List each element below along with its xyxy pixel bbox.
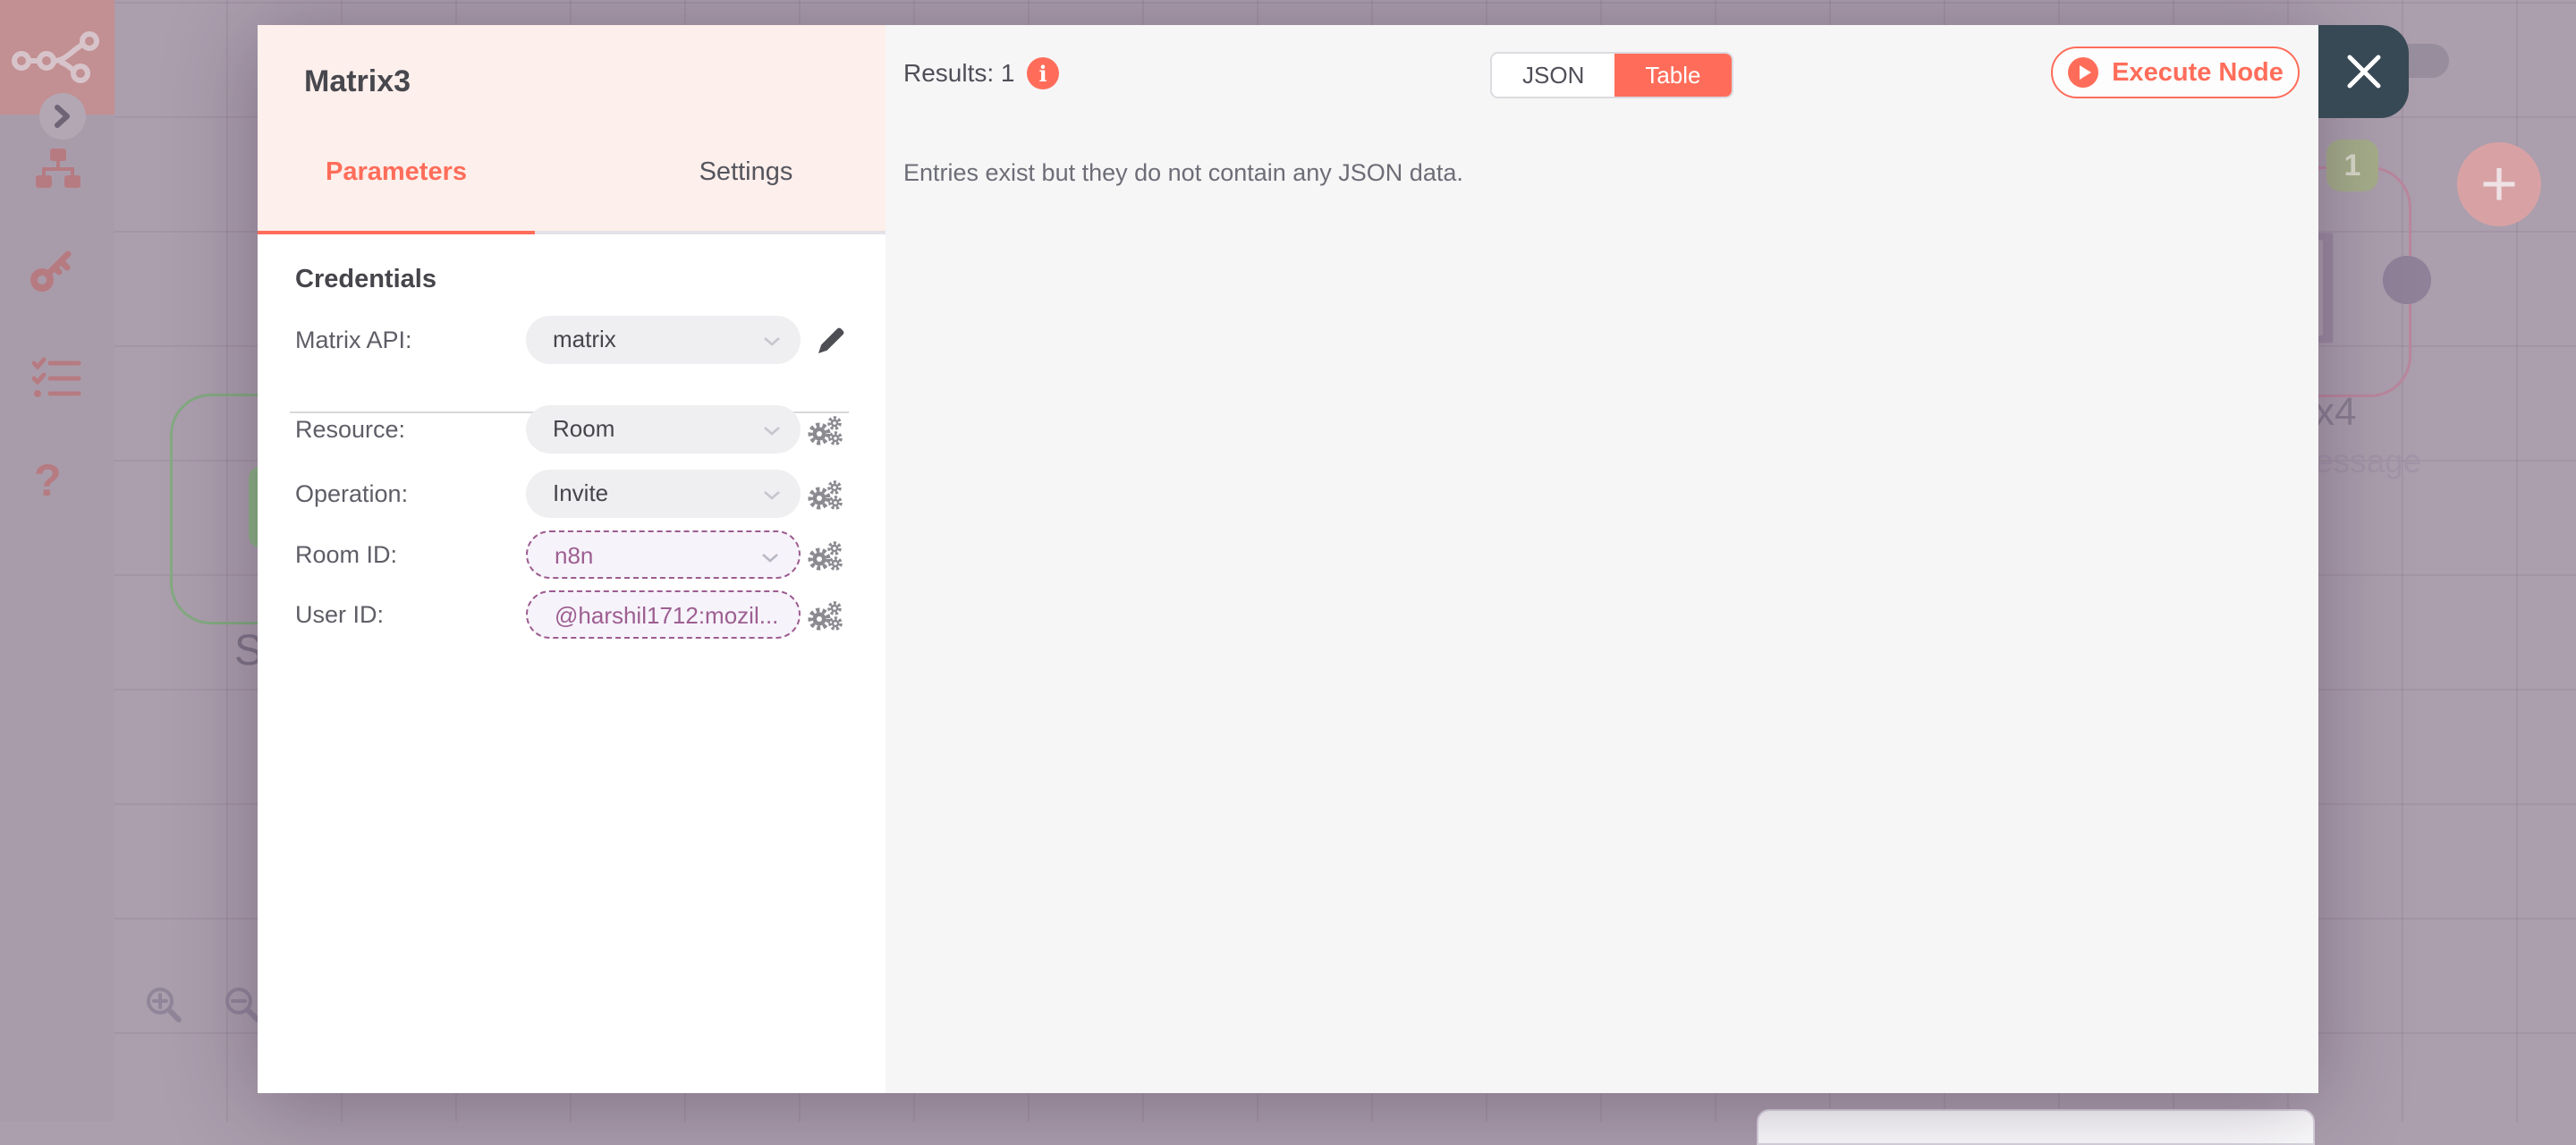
zoom-in-icon[interactable] bbox=[143, 984, 184, 1025]
close-button[interactable] bbox=[2318, 25, 2409, 118]
tab-settings[interactable]: Settings bbox=[606, 157, 886, 187]
chevron-down-icon bbox=[763, 426, 781, 436]
parameter-row-operation: Operation: Invite bbox=[258, 470, 886, 518]
results-count: Results: 1 bbox=[903, 59, 1015, 88]
sidebar-expand-button[interactable] bbox=[39, 93, 86, 140]
room-id-value: n8n bbox=[555, 532, 593, 579]
edit-credential-icon[interactable] bbox=[814, 322, 850, 358]
parameter-row-room-id: Room ID: n8n bbox=[258, 530, 886, 579]
parameter-options-gear-icon[interactable] bbox=[805, 475, 844, 514]
parameter-options-gear-icon[interactable] bbox=[805, 596, 844, 635]
workflows-icon[interactable] bbox=[32, 143, 84, 195]
chevron-right-icon bbox=[53, 103, 72, 130]
credentials-heading: Credentials bbox=[295, 265, 436, 294]
tab-underline bbox=[258, 231, 886, 234]
execute-node-button[interactable]: Execute Node bbox=[2051, 47, 2300, 98]
user-id-value: @harshil1712:mozil... bbox=[555, 592, 778, 639]
parameter-options-gear-icon[interactable] bbox=[805, 411, 844, 450]
table-view-button[interactable]: Table bbox=[1614, 54, 1731, 97]
resource-value: Room bbox=[553, 405, 614, 452]
info-icon[interactable]: i bbox=[1027, 57, 1059, 89]
resource-select[interactable]: Room bbox=[526, 405, 801, 454]
results-pane: Results: 1 i JSON Table Execute Node Ent… bbox=[886, 25, 2318, 1093]
add-node-button[interactable]: + bbox=[2457, 142, 2541, 226]
node-header: Matrix3 Parameters Settings bbox=[258, 25, 886, 234]
json-view-button[interactable]: JSON bbox=[1492, 54, 1614, 97]
parameter-label: Room ID: bbox=[295, 530, 397, 579]
parameter-row-user-id: User ID: @harshil1712:mozil... bbox=[258, 590, 886, 639]
parameter-label: Resource: bbox=[295, 405, 405, 454]
user-id-field[interactable]: @harshil1712:mozil... bbox=[526, 590, 801, 639]
node-matrix4-label: x4 bbox=[2315, 390, 2356, 435]
room-id-select[interactable]: n8n bbox=[526, 530, 801, 579]
executions-icon[interactable] bbox=[32, 356, 82, 401]
credential-value: matrix bbox=[553, 316, 616, 362]
credential-select[interactable]: matrix bbox=[526, 316, 801, 364]
parameter-label: Operation: bbox=[295, 470, 408, 518]
chevron-down-icon bbox=[763, 490, 781, 500]
n8n-logo-icon bbox=[11, 30, 104, 84]
bottom-panel bbox=[1757, 1109, 2315, 1145]
items-count-badge: 1 bbox=[2326, 140, 2378, 191]
parameter-options-gear-icon[interactable] bbox=[805, 536, 844, 575]
results-empty-message: Entries exist but they do not contain an… bbox=[903, 159, 1463, 187]
node-title: Matrix3 bbox=[304, 64, 411, 99]
active-tab-indicator bbox=[258, 231, 535, 234]
operation-select[interactable]: Invite bbox=[526, 470, 801, 518]
parameter-label: User ID: bbox=[295, 590, 384, 639]
operation-value: Invite bbox=[553, 470, 608, 516]
help-icon[interactable]: ? bbox=[34, 454, 62, 506]
sidebar: ? bbox=[0, 0, 114, 1122]
parameters-pane: Matrix3 Parameters Settings Credentials … bbox=[258, 25, 886, 1093]
credentials-icon[interactable] bbox=[29, 243, 79, 293]
play-icon bbox=[2067, 56, 2099, 89]
connection-endpoint[interactable] bbox=[2383, 256, 2431, 304]
parameter-row-resource: Resource: Room bbox=[258, 405, 886, 454]
execute-node-label: Execute Node bbox=[2112, 58, 2284, 88]
close-icon bbox=[2346, 54, 2382, 89]
chevron-down-icon bbox=[763, 336, 781, 346]
chevron-down-icon bbox=[761, 553, 779, 563]
node-matrix4-operation-label: essage bbox=[2315, 443, 2421, 480]
credential-row: Matrix API: matrix bbox=[258, 316, 886, 364]
tab-parameters[interactable]: Parameters bbox=[258, 157, 535, 187]
credential-label: Matrix API: bbox=[295, 316, 412, 364]
node-details-modal: Matrix3 Parameters Settings Credentials … bbox=[258, 25, 2318, 1093]
output-view-toggle: JSON Table bbox=[1490, 52, 1733, 98]
